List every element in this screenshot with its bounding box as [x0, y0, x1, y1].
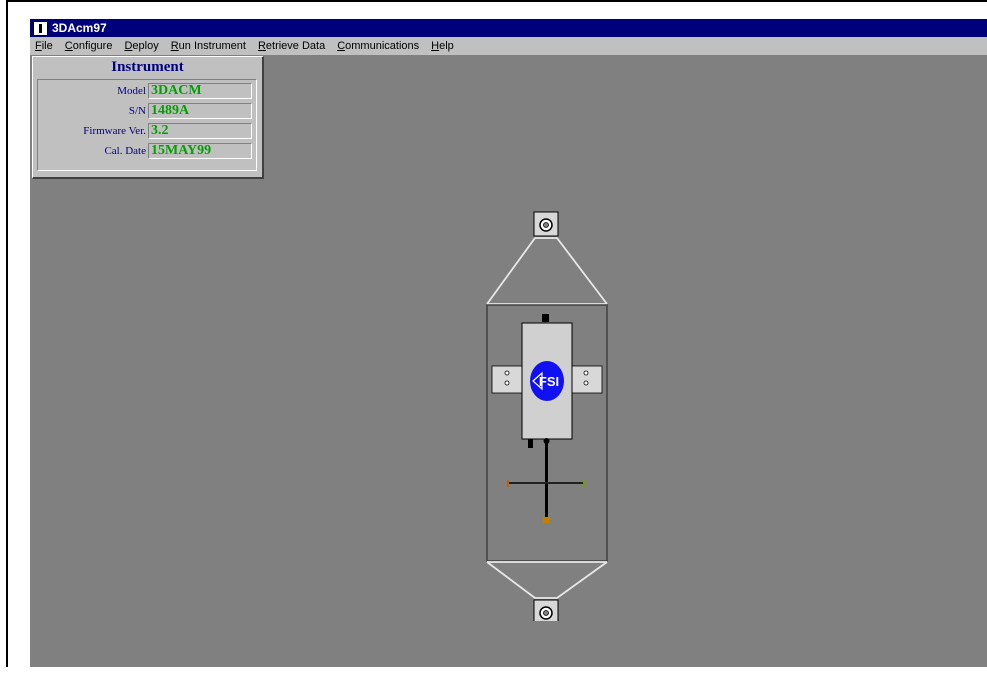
top-cone — [486, 237, 608, 305]
sensor-stem — [545, 439, 548, 521]
app-icon[interactable] — [33, 20, 48, 36]
top-connector — [542, 314, 549, 322]
window-title: 3DAcm97 — [52, 21, 107, 35]
field-value-serial: 1489A — [148, 103, 252, 119]
panel-title: Instrument — [111, 59, 184, 75]
instrument-fields: Model 3DACM S/N 1489A Firmware Ver. 3.2 … — [37, 79, 257, 171]
bottom-cone — [486, 561, 608, 599]
right-bracket — [571, 365, 603, 394]
field-label-firmware: Firmware Ver. — [83, 125, 146, 137]
instrument-diagram: FSI — [486, 211, 608, 621]
field-label-model: Model — [117, 85, 146, 97]
menu-run-instrument[interactable]: Run Instrument — [166, 40, 253, 52]
fsi-logo: FSI — [530, 361, 564, 401]
instrument-panel: Instrument Model 3DACM S/N 1489A Firmwar… — [32, 56, 264, 179]
menu-help[interactable]: Help — [426, 40, 461, 52]
logo-text: FSI — [539, 374, 559, 389]
field-value-cal-date: 15MAY99 — [148, 143, 252, 159]
top-mount-eye — [533, 211, 559, 237]
field-row-serial: S/N 1489A — [38, 103, 256, 120]
menu-bar: File Configure Deploy Run Instrument Ret… — [30, 37, 987, 55]
title-bar[interactable]: 3DAcm97 — [30, 19, 987, 37]
field-row-cal-date: Cal. Date 15MAY99 — [38, 143, 256, 160]
field-value-firmware: 3.2 — [148, 123, 252, 139]
bottom-mount-eye — [533, 599, 559, 621]
menu-retrieve-data[interactable]: Retrieve Data — [253, 40, 332, 52]
field-value-model: 3DACM — [148, 83, 252, 99]
menu-file[interactable]: File — [30, 40, 60, 52]
field-row-model: Model 3DACM — [38, 83, 256, 100]
menu-deploy[interactable]: Deploy — [119, 40, 165, 52]
field-label-cal-date: Cal. Date — [104, 145, 146, 157]
left-bracket — [491, 365, 523, 394]
bottom-connector — [528, 439, 533, 448]
menu-configure[interactable]: Configure — [60, 40, 120, 52]
field-label-serial: S/N — [128, 105, 146, 117]
stem-joint — [543, 438, 550, 444]
menu-communications[interactable]: Communications — [332, 40, 426, 52]
app-window: 3DAcm97 File Configure Deploy Run Instru… — [30, 19, 987, 667]
field-row-firmware: Firmware Ver. 3.2 — [38, 123, 256, 140]
